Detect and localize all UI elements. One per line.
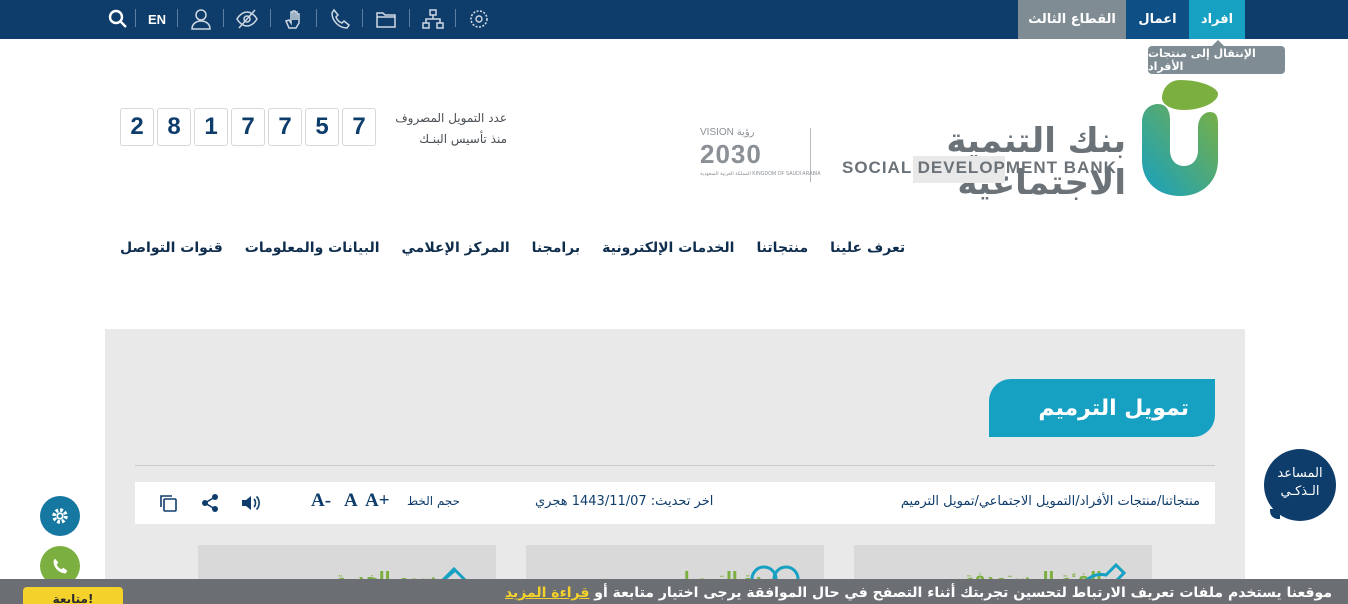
- divider: [455, 9, 456, 27]
- vision-year: 2030: [700, 139, 762, 169]
- nav-programs[interactable]: برامجنا: [532, 240, 581, 264]
- vision-label: VISION رؤية: [700, 127, 755, 138]
- vision-country: المملكة العربية السعودية KINGDOM OF SAUD…: [700, 171, 821, 177]
- saudi-emblem-icon[interactable]: [465, 5, 493, 33]
- divider: [409, 9, 410, 27]
- assistant-label-line2: الـذكـي: [1280, 484, 1320, 499]
- font-decrease-button[interactable]: A-: [311, 490, 331, 512]
- counter-label-line1: عدد التمويل المصروف: [395, 111, 507, 125]
- sitemap-icon[interactable]: [419, 5, 447, 33]
- divider: [362, 9, 363, 27]
- counter-digit: 7: [342, 108, 376, 146]
- nav-products[interactable]: منتجاتنا: [756, 240, 808, 264]
- settings-button[interactable]: [40, 496, 80, 536]
- bank-name-english: SOCIAL DEVELOPMENT BANK: [842, 158, 1117, 177]
- bank-logo-mark[interactable]: [1140, 80, 1220, 196]
- cookie-text: موقعنا يستخدم ملفات تعريف الارتباط لتحسي…: [505, 585, 1332, 601]
- nav-about-us[interactable]: تعرف علينا: [830, 240, 905, 264]
- divider: [316, 9, 317, 27]
- nav-media-center[interactable]: المركز الإعلامي: [402, 240, 510, 264]
- main-nav: قنوات التواصل البيانات والمعلومات المركز…: [120, 240, 905, 264]
- speaker-icon[interactable]: [239, 492, 261, 514]
- smart-assistant-button[interactable]: المساعد الـذكـي: [1264, 449, 1336, 521]
- eye-slash-icon[interactable]: [233, 5, 261, 33]
- share-icon[interactable]: [199, 492, 221, 514]
- counter-digit: 1: [194, 108, 228, 146]
- divider: [270, 9, 271, 27]
- page-title-box: تمويل الترميم: [989, 379, 1215, 437]
- tooltip: الإنتقال إلى منتجات الأفراد: [1148, 40, 1285, 74]
- top-bar: افراد اعمال القطاع الثالث EN: [0, 0, 1348, 39]
- tab-business[interactable]: اعمال: [1126, 0, 1189, 39]
- nav-contact-channels[interactable]: قنوات التواصل: [120, 240, 223, 264]
- tab-third-sector[interactable]: القطاع الثالث: [1018, 0, 1126, 39]
- financing-counter: 7 5 7 7 1 8 2: [120, 108, 376, 146]
- tab-individuals[interactable]: افراد: [1189, 0, 1245, 39]
- divider: [135, 465, 1215, 466]
- copy-icon[interactable]: [157, 492, 179, 514]
- counter-digit: 7: [268, 108, 302, 146]
- gear-icon: [52, 508, 68, 524]
- cookie-accept-button[interactable]: متابعة!: [23, 587, 123, 604]
- counter-digit: 5: [305, 108, 339, 146]
- divider: [177, 9, 178, 27]
- counter-label-line2: منذ تأسيس البنـك: [419, 132, 507, 146]
- nav-data-information[interactable]: البيانات والمعلومات: [245, 240, 380, 264]
- folder-icon[interactable]: [372, 5, 400, 33]
- cookie-banner: موقعنا يستخدم ملفات تعريف الارتباط لتحسي…: [0, 579, 1348, 604]
- font-size-label: حجم الخط: [407, 494, 461, 508]
- user-icon[interactable]: [187, 5, 215, 33]
- cookie-read-more-link[interactable]: قراءة المزيد: [505, 585, 589, 601]
- financing-counter-label: عدد التمويل المصروف منذ تأسيس البنـك: [383, 108, 507, 150]
- assistant-label-line1: المساعد: [1277, 466, 1323, 481]
- language-toggle[interactable]: EN: [143, 5, 171, 33]
- page-title: تمويل الترميم: [1038, 395, 1189, 421]
- counter-digit: 8: [157, 108, 191, 146]
- divider: [135, 9, 136, 27]
- page-toolbar: منتجاتنا/منتجات الأفراد/التمويل الاجتماع…: [135, 482, 1215, 524]
- cookie-message: موقعنا يستخدم ملفات تعريف الارتباط لتحسي…: [594, 585, 1332, 601]
- nav-e-services[interactable]: الخدمات الإلكترونية: [602, 240, 734, 264]
- vision-2030-logo[interactable]: VISION رؤية 2030 المملكة العربية السعودي…: [700, 127, 821, 183]
- breadcrumb[interactable]: منتجاتنا/منتجات الأفراد/التمويل الاجتماع…: [901, 494, 1200, 509]
- last-update: اخر تحديث: 1443/11/07 هجري: [535, 494, 714, 509]
- font-reset-button[interactable]: A: [344, 490, 358, 512]
- divider: [223, 9, 224, 27]
- phone-icon: [53, 558, 68, 574]
- counter-digit: 7: [231, 108, 265, 146]
- font-increase-button[interactable]: A+: [365, 490, 390, 512]
- search-icon[interactable]: [104, 5, 132, 33]
- page: افراد اعمال القطاع الثالث EN الإنتقال إل…: [0, 0, 1348, 604]
- sign-language-icon[interactable]: [280, 5, 308, 33]
- counter-digit: 2: [120, 108, 154, 146]
- phone-icon[interactable]: [326, 5, 354, 33]
